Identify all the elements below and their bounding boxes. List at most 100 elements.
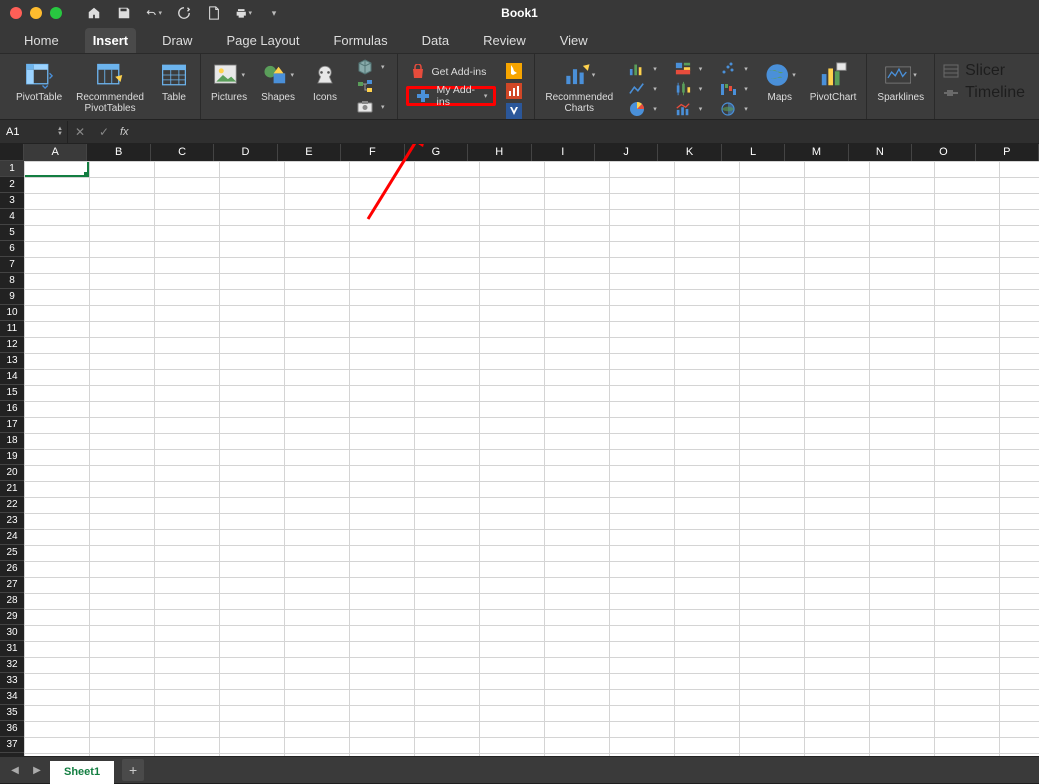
tab-review[interactable]: Review xyxy=(475,28,534,53)
cancel-formula-button[interactable]: ✕ xyxy=(68,125,92,139)
column-header[interactable]: N xyxy=(849,144,912,161)
row-header[interactable]: 28 xyxy=(0,593,24,609)
table-button[interactable]: Table xyxy=(156,58,192,103)
row-header[interactable]: 9 xyxy=(0,289,24,305)
column-header[interactable]: C xyxy=(151,144,214,161)
column-header[interactable]: G xyxy=(405,144,468,161)
row-header[interactable]: 25 xyxy=(0,545,24,561)
row-header[interactable]: 12 xyxy=(0,337,24,353)
row-header[interactable]: 18 xyxy=(0,433,24,449)
row-header[interactable]: 32 xyxy=(0,657,24,673)
row-header[interactable]: 10 xyxy=(0,305,24,321)
sheet-tab[interactable]: Sheet1 xyxy=(50,761,114,784)
pictures-button[interactable]: ▾ Pictures xyxy=(209,58,249,103)
pie-chart-button[interactable]: ▾ xyxy=(625,100,661,118)
column-header[interactable]: K xyxy=(658,144,721,161)
sheet-nav-next[interactable]: ▶ xyxy=(28,761,46,779)
row-header[interactable]: 15 xyxy=(0,385,24,401)
tab-formulas[interactable]: Formulas xyxy=(325,28,395,53)
hierarchy-chart-button[interactable]: ▾ xyxy=(671,60,707,78)
column-header[interactable]: H xyxy=(468,144,531,161)
row-header[interactable]: 4 xyxy=(0,209,24,225)
row-header[interactable]: 16 xyxy=(0,401,24,417)
undo-icon[interactable]: ▾ xyxy=(146,5,162,21)
column-header[interactable]: L xyxy=(722,144,785,161)
surface-chart-button[interactable]: ▾ xyxy=(716,100,752,118)
scatter-chart-button[interactable]: ▾ xyxy=(716,60,752,78)
column-header[interactable]: O xyxy=(912,144,975,161)
recommended-charts-button[interactable]: ▾ Recommended Charts xyxy=(543,58,615,114)
qat-customize-icon[interactable]: ▾ xyxy=(266,5,282,21)
row-header[interactable]: 26 xyxy=(0,561,24,577)
row-header[interactable]: 34 xyxy=(0,689,24,705)
smartart-button[interactable] xyxy=(353,78,389,96)
statistic-chart-button[interactable]: ▾ xyxy=(671,80,707,98)
row-header[interactable]: 24 xyxy=(0,529,24,545)
window-close-button[interactable] xyxy=(10,7,22,19)
row-header[interactable]: 8 xyxy=(0,273,24,289)
sparklines-button[interactable]: ▾ Sparklines xyxy=(875,58,926,103)
bing-maps-addin-button[interactable] xyxy=(502,62,526,80)
people-graph-addin-button[interactable] xyxy=(502,82,526,100)
row-header[interactable]: 14 xyxy=(0,369,24,385)
select-all-corner[interactable] xyxy=(0,144,24,161)
print-icon[interactable]: ▾ xyxy=(236,5,252,21)
new-file-icon[interactable] xyxy=(206,5,222,21)
row-header[interactable]: 6 xyxy=(0,241,24,257)
column-header[interactable]: A xyxy=(24,144,87,161)
row-header[interactable]: 3 xyxy=(0,193,24,209)
row-header[interactable]: 35 xyxy=(0,705,24,721)
row-header[interactable]: 11 xyxy=(0,321,24,337)
line-chart-button[interactable]: ▾ xyxy=(625,80,661,98)
row-header[interactable]: 33 xyxy=(0,673,24,689)
waterfall-chart-button[interactable]: ▾ xyxy=(716,80,752,98)
screenshot-button[interactable]: ▾ xyxy=(353,98,389,116)
row-header[interactable]: 30 xyxy=(0,625,24,641)
row-header[interactable]: 22 xyxy=(0,497,24,513)
name-box[interactable]: A1 ▲▼ xyxy=(0,121,68,143)
column-header[interactable]: D xyxy=(214,144,277,161)
my-addins-button[interactable]: My Add-ins ▾ xyxy=(406,86,497,106)
tab-page-layout[interactable]: Page Layout xyxy=(218,28,307,53)
cells-area[interactable] xyxy=(24,161,1039,756)
column-header[interactable]: I xyxy=(532,144,595,161)
selected-cell[interactable] xyxy=(23,160,89,177)
tab-insert[interactable]: Insert xyxy=(85,28,136,53)
sheet-nav-prev[interactable]: ◀ xyxy=(6,761,24,779)
row-header[interactable]: 36 xyxy=(0,721,24,737)
tab-data[interactable]: Data xyxy=(414,28,457,53)
fx-icon[interactable]: fx xyxy=(116,126,133,138)
home-icon[interactable] xyxy=(86,5,102,21)
icons-button[interactable]: Icons xyxy=(307,58,343,103)
window-zoom-button[interactable] xyxy=(50,7,62,19)
column-header[interactable]: B xyxy=(87,144,150,161)
combo-chart-button[interactable]: ▾ xyxy=(671,100,707,118)
timeline-button[interactable]: Timeline xyxy=(943,84,1025,102)
formula-input[interactable] xyxy=(133,120,1039,143)
3dmodels-button[interactable]: ▾ xyxy=(353,58,389,76)
maps-button[interactable]: ▾ Maps xyxy=(762,58,798,103)
shapes-button[interactable]: ▾ Shapes xyxy=(259,58,297,103)
tab-draw[interactable]: Draw xyxy=(154,28,200,53)
row-header[interactable]: 20 xyxy=(0,465,24,481)
recommended-pivottables-button[interactable]: Recommended PivotTables xyxy=(74,58,146,114)
row-header[interactable]: 2 xyxy=(0,177,24,193)
add-sheet-button[interactable]: + xyxy=(122,759,144,781)
pivottable-button[interactable]: PivotTable xyxy=(14,58,64,103)
row-header[interactable]: 5 xyxy=(0,225,24,241)
row-header[interactable]: 37 xyxy=(0,737,24,753)
visio-addin-button[interactable] xyxy=(502,102,526,120)
chevron-down-icon[interactable]: ▼ xyxy=(57,132,63,137)
row-header[interactable]: 23 xyxy=(0,513,24,529)
column-header[interactable]: F xyxy=(341,144,404,161)
row-header[interactable]: 21 xyxy=(0,481,24,497)
row-header[interactable]: 27 xyxy=(0,577,24,593)
slicer-button[interactable]: Slicer xyxy=(943,62,1005,80)
tab-home[interactable]: Home xyxy=(16,28,67,53)
redo-icon[interactable] xyxy=(176,5,192,21)
column-chart-button[interactable]: ▾ xyxy=(625,60,661,78)
save-icon[interactable] xyxy=(116,5,132,21)
get-addins-button[interactable]: Get Add-ins xyxy=(406,62,497,82)
enter-formula-button[interactable]: ✓ xyxy=(92,125,116,139)
row-header[interactable]: 29 xyxy=(0,609,24,625)
